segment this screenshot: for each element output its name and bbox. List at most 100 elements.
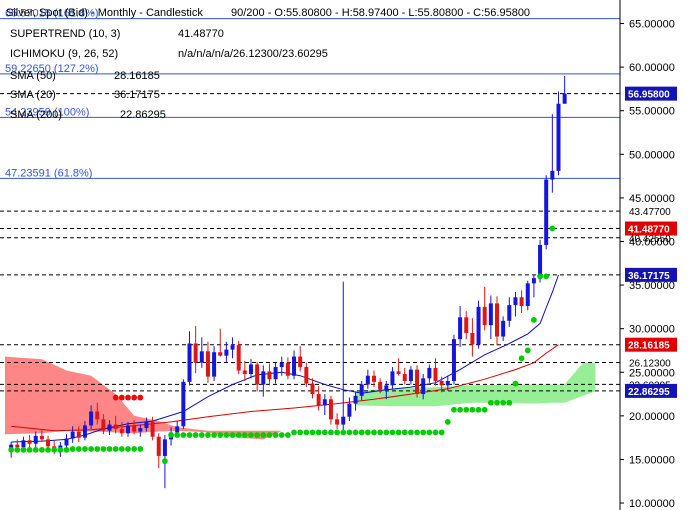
candle-body xyxy=(470,333,475,345)
candle xyxy=(365,369,370,389)
indicator-name: SMA (50) xyxy=(10,70,56,82)
candle-body xyxy=(101,419,106,431)
supertrend-dot-up xyxy=(291,429,297,436)
candle-body xyxy=(384,385,389,390)
price-axis[interactable]: 10.0000015.0000020.0000025.0000030.00000… xyxy=(619,0,675,510)
supertrend-dot-up xyxy=(481,406,488,413)
candle xyxy=(347,397,352,422)
candle-body xyxy=(310,383,315,395)
supertrend-dot-up xyxy=(278,432,285,438)
candle-body xyxy=(15,444,20,448)
candle-body xyxy=(396,371,401,374)
supertrend-dot-up xyxy=(94,446,101,452)
supertrend-dot-up xyxy=(500,399,507,406)
candle xyxy=(482,286,487,331)
supertrend-dot-up xyxy=(506,399,513,406)
candle-body xyxy=(531,278,536,284)
candle-body xyxy=(273,367,278,380)
supertrend-dot-up xyxy=(401,429,408,436)
supertrend-dot-up xyxy=(100,446,107,452)
candle xyxy=(64,434,69,449)
supertrend-dot-up xyxy=(469,406,476,413)
candle-body xyxy=(285,362,290,376)
supertrend-dot-down xyxy=(118,394,125,401)
candle-body xyxy=(322,399,327,406)
price-tick-label: 45.00000 xyxy=(629,193,675,205)
supertrend-dot-up xyxy=(63,446,70,453)
supertrend-dot-down xyxy=(112,394,119,401)
supertrend-dot-up xyxy=(309,429,316,436)
candle-body xyxy=(519,297,524,306)
supertrend-dot-up xyxy=(377,429,384,436)
supertrend-dot-up xyxy=(118,446,125,452)
supertrend-dot-up xyxy=(26,446,33,453)
candle-body xyxy=(365,375,370,385)
candle xyxy=(212,346,217,381)
price-badge-label: 41.48770 xyxy=(628,225,670,236)
candle xyxy=(187,331,192,386)
candle-body xyxy=(205,351,210,377)
supertrend-dot-up xyxy=(229,432,236,438)
supertrend-dot-up xyxy=(254,432,261,438)
supertrend-dot-up xyxy=(328,429,334,436)
candle xyxy=(199,337,204,368)
price-tick-label: 55.00000 xyxy=(629,106,675,118)
candle-body xyxy=(27,440,32,444)
supertrend-dot-up xyxy=(168,432,174,438)
supertrend-dot-up xyxy=(371,429,377,436)
candle-body xyxy=(261,371,266,385)
candle xyxy=(316,386,321,411)
candle xyxy=(335,413,340,429)
candle-body xyxy=(249,364,253,374)
candle xyxy=(304,362,309,388)
supertrend-dot-up xyxy=(162,458,168,465)
supertrend-dot-up xyxy=(537,273,543,280)
indicator-value: 28.16185 xyxy=(114,70,160,82)
supertrend-dot-up xyxy=(432,429,439,436)
candlestick-chart[interactable]: 65.57015 (161.8%)59.22650 (127.2%)54.239… xyxy=(0,0,690,510)
supertrend-dot-up xyxy=(39,446,45,453)
candle-body xyxy=(126,425,130,434)
candle-body xyxy=(359,384,364,396)
candle xyxy=(230,337,235,359)
candle-body xyxy=(279,362,284,368)
supertrend-dot-up xyxy=(248,432,254,438)
supertrend-dot-up xyxy=(57,446,64,453)
candle-body xyxy=(538,244,543,279)
candle-body xyxy=(390,371,395,386)
supertrend-dot-up xyxy=(321,429,328,436)
supertrend-dot-up xyxy=(106,446,113,452)
supertrend-dot-up xyxy=(297,429,304,436)
supertrend-dot-up xyxy=(457,406,463,413)
supertrend-dot-up xyxy=(235,432,242,438)
indicator-name: SMA (20) xyxy=(10,89,56,101)
supertrend-dot-up xyxy=(364,429,371,436)
supertrend-dot-up xyxy=(137,446,144,452)
level-axis-label: 43.47700 xyxy=(629,207,671,218)
supertrend-dot-up xyxy=(32,446,39,453)
supertrend-dot-up xyxy=(475,406,482,413)
candle-body xyxy=(501,320,506,337)
supertrend-dot-up xyxy=(260,432,267,438)
supertrend-dot-down xyxy=(131,394,138,401)
supertrend-dot-up xyxy=(444,419,451,425)
candle-body xyxy=(347,403,352,417)
price-tick-label: 20.00000 xyxy=(629,411,675,423)
candle-body xyxy=(550,170,555,180)
supertrend-dot-up xyxy=(125,446,131,452)
price-tick-label: 30.00000 xyxy=(629,324,675,336)
indicator-value: 41.48770 xyxy=(178,28,224,40)
candle-body xyxy=(95,411,100,420)
supertrend-dot-up xyxy=(303,429,310,436)
supertrend-dot-up xyxy=(315,429,322,436)
candle xyxy=(242,360,247,381)
supertrend-dot-up xyxy=(494,399,500,406)
candle xyxy=(501,316,506,341)
supertrend-dot-up xyxy=(8,446,15,453)
candle-body xyxy=(64,438,69,446)
supertrend-dot-up xyxy=(340,429,347,436)
candle xyxy=(507,297,512,327)
price-tick-label: 35.00000 xyxy=(629,280,675,292)
candle xyxy=(236,340,241,374)
supertrend-dot-up xyxy=(346,429,353,436)
